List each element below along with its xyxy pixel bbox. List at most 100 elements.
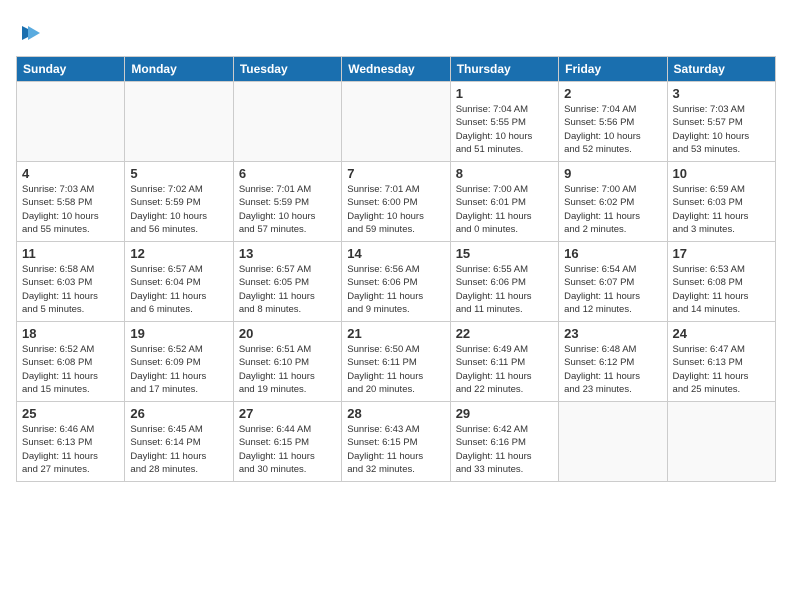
day-info-text: Daylight: 11 hours — [456, 290, 553, 303]
day-info-text: and 12 minutes. — [564, 303, 661, 316]
day-info-text: and 0 minutes. — [456, 223, 553, 236]
weekday-header: Monday — [125, 57, 233, 82]
calendar-day-cell: 14Sunrise: 6:56 AMSunset: 6:06 PMDayligh… — [342, 242, 450, 322]
day-number: 9 — [564, 166, 661, 181]
weekday-header: Saturday — [667, 57, 775, 82]
day-info-text: and 23 minutes. — [564, 383, 661, 396]
weekday-header: Sunday — [17, 57, 125, 82]
day-info-text: and 15 minutes. — [22, 383, 119, 396]
day-info-text: Daylight: 10 hours — [673, 130, 770, 143]
calendar-day-cell — [667, 402, 775, 482]
day-info-text: Sunrise: 6:46 AM — [22, 423, 119, 436]
day-info-text: Sunrise: 6:59 AM — [673, 183, 770, 196]
day-info-text: Sunset: 6:13 PM — [673, 356, 770, 369]
day-number: 21 — [347, 326, 444, 341]
day-info-text: Sunrise: 6:47 AM — [673, 343, 770, 356]
day-number: 17 — [673, 246, 770, 261]
day-info-text: Sunset: 6:11 PM — [347, 356, 444, 369]
day-info-text: Sunset: 6:08 PM — [22, 356, 119, 369]
logo — [16, 16, 40, 44]
day-info-text: and 55 minutes. — [22, 223, 119, 236]
day-number: 4 — [22, 166, 119, 181]
day-info-text: Sunset: 6:06 PM — [456, 276, 553, 289]
day-info-text: Daylight: 11 hours — [347, 450, 444, 463]
day-info-text: Sunrise: 6:52 AM — [130, 343, 227, 356]
day-info-text: and 5 minutes. — [22, 303, 119, 316]
header — [16, 16, 776, 44]
day-info-text: and 22 minutes. — [456, 383, 553, 396]
calendar-day-cell — [342, 82, 450, 162]
day-info-text: Daylight: 11 hours — [22, 450, 119, 463]
day-info-text: Sunset: 6:12 PM — [564, 356, 661, 369]
day-info-text: Daylight: 10 hours — [239, 210, 336, 223]
day-info-text: and 19 minutes. — [239, 383, 336, 396]
day-info-text: and 8 minutes. — [239, 303, 336, 316]
calendar-week-row: 1Sunrise: 7:04 AMSunset: 5:55 PMDaylight… — [17, 82, 776, 162]
day-number: 7 — [347, 166, 444, 181]
day-number: 16 — [564, 246, 661, 261]
day-info-text: Sunrise: 7:01 AM — [347, 183, 444, 196]
day-info-text: Sunrise: 6:43 AM — [347, 423, 444, 436]
day-info-text: Daylight: 11 hours — [456, 210, 553, 223]
day-info-text: Daylight: 10 hours — [564, 130, 661, 143]
day-info-text: Daylight: 11 hours — [239, 370, 336, 383]
calendar-day-cell: 12Sunrise: 6:57 AMSunset: 6:04 PMDayligh… — [125, 242, 233, 322]
day-info-text: Sunset: 6:14 PM — [130, 436, 227, 449]
day-number: 13 — [239, 246, 336, 261]
day-info-text: Daylight: 11 hours — [564, 370, 661, 383]
weekday-header: Friday — [559, 57, 667, 82]
day-info-text: Sunset: 5:58 PM — [22, 196, 119, 209]
day-info-text: Sunset: 6:08 PM — [673, 276, 770, 289]
calendar-day-cell: 23Sunrise: 6:48 AMSunset: 6:12 PMDayligh… — [559, 322, 667, 402]
calendar-day-cell: 3Sunrise: 7:03 AMSunset: 5:57 PMDaylight… — [667, 82, 775, 162]
day-info-text: and 14 minutes. — [673, 303, 770, 316]
calendar-day-cell: 2Sunrise: 7:04 AMSunset: 5:56 PMDaylight… — [559, 82, 667, 162]
day-info-text: Sunrise: 6:57 AM — [239, 263, 336, 276]
weekday-header: Wednesday — [342, 57, 450, 82]
calendar-day-cell: 29Sunrise: 6:42 AMSunset: 6:16 PMDayligh… — [450, 402, 558, 482]
day-info-text: Sunrise: 6:49 AM — [456, 343, 553, 356]
day-info-text: and 11 minutes. — [456, 303, 553, 316]
calendar-day-cell: 24Sunrise: 6:47 AMSunset: 6:13 PMDayligh… — [667, 322, 775, 402]
day-info-text: and 32 minutes. — [347, 463, 444, 476]
day-info-text: and 57 minutes. — [239, 223, 336, 236]
day-info-text: and 51 minutes. — [456, 143, 553, 156]
day-info-text: Sunrise: 6:48 AM — [564, 343, 661, 356]
day-number: 26 — [130, 406, 227, 421]
day-info-text: Sunset: 6:03 PM — [673, 196, 770, 209]
day-info-text: Sunrise: 6:53 AM — [673, 263, 770, 276]
day-info-text: Sunrise: 6:44 AM — [239, 423, 336, 436]
day-info-text: Sunset: 6:02 PM — [564, 196, 661, 209]
day-info-text: and 25 minutes. — [673, 383, 770, 396]
day-number: 8 — [456, 166, 553, 181]
calendar-week-row: 25Sunrise: 6:46 AMSunset: 6:13 PMDayligh… — [17, 402, 776, 482]
day-info-text: and 33 minutes. — [456, 463, 553, 476]
day-info-text: Sunrise: 7:00 AM — [456, 183, 553, 196]
day-info-text: Sunset: 5:56 PM — [564, 116, 661, 129]
day-info-text: and 6 minutes. — [130, 303, 227, 316]
day-info-text: Daylight: 11 hours — [347, 290, 444, 303]
day-number: 18 — [22, 326, 119, 341]
calendar-day-cell: 1Sunrise: 7:04 AMSunset: 5:55 PMDaylight… — [450, 82, 558, 162]
calendar-week-row: 4Sunrise: 7:03 AMSunset: 5:58 PMDaylight… — [17, 162, 776, 242]
day-info-text: Daylight: 11 hours — [456, 370, 553, 383]
calendar-day-cell: 22Sunrise: 6:49 AMSunset: 6:11 PMDayligh… — [450, 322, 558, 402]
calendar-day-cell: 26Sunrise: 6:45 AMSunset: 6:14 PMDayligh… — [125, 402, 233, 482]
day-info-text: and 9 minutes. — [347, 303, 444, 316]
day-number: 5 — [130, 166, 227, 181]
calendar-week-row: 18Sunrise: 6:52 AMSunset: 6:08 PMDayligh… — [17, 322, 776, 402]
day-info-text: and 28 minutes. — [130, 463, 227, 476]
day-info-text: Sunset: 6:10 PM — [239, 356, 336, 369]
day-number: 25 — [22, 406, 119, 421]
day-info-text: and 2 minutes. — [564, 223, 661, 236]
day-number: 14 — [347, 246, 444, 261]
day-info-text: Sunrise: 6:52 AM — [22, 343, 119, 356]
day-info-text: Sunset: 5:57 PM — [673, 116, 770, 129]
calendar-day-cell: 4Sunrise: 7:03 AMSunset: 5:58 PMDaylight… — [17, 162, 125, 242]
day-number: 1 — [456, 86, 553, 101]
calendar-day-cell: 13Sunrise: 6:57 AMSunset: 6:05 PMDayligh… — [233, 242, 341, 322]
day-info-text: Daylight: 11 hours — [239, 450, 336, 463]
day-info-text: Daylight: 11 hours — [239, 290, 336, 303]
day-info-text: Daylight: 11 hours — [564, 210, 661, 223]
day-info-text: Sunset: 6:03 PM — [22, 276, 119, 289]
